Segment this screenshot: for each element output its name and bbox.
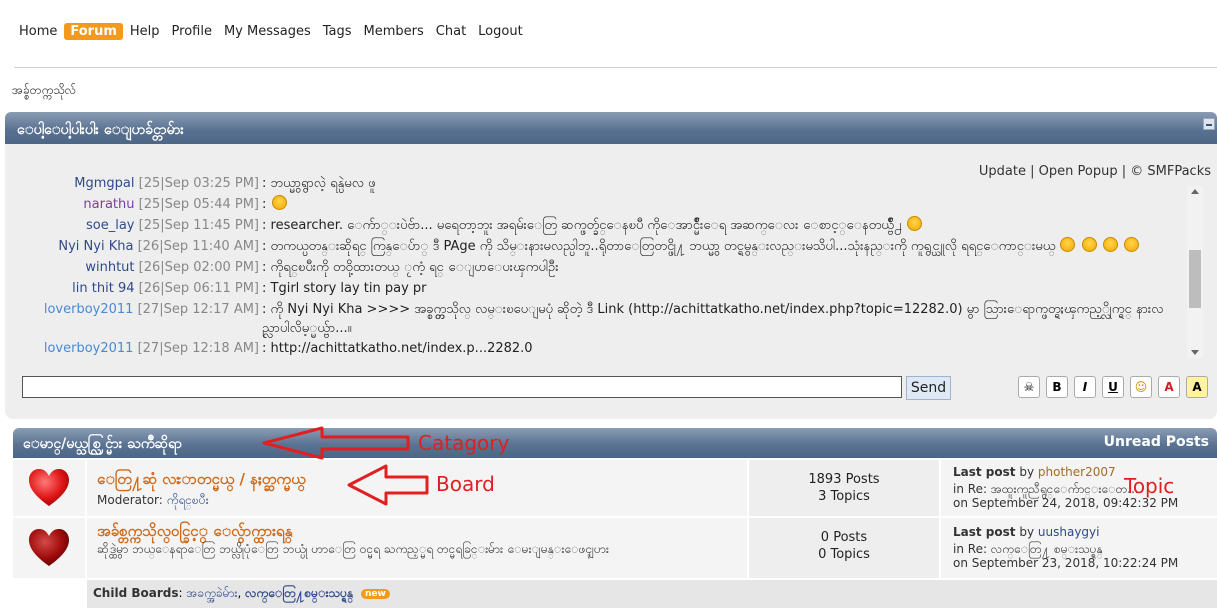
scroll-up-icon[interactable] [1191, 189, 1199, 194]
shoutbox-header: ေပါ့ေပါ့ပါးပါး ေျပာခ်င္တာမ်ား [5, 112, 1217, 144]
board-row: အခ်စ္တက္ကသိုလ္ဝင္ခြင့္ ေလွ်ာက္ထားရန္ ဆို… [13, 518, 1217, 578]
shout-time: [26|Sep 11:40 AM] [137, 239, 259, 254]
shout-message[interactable]: : http://achittatkatho.net/index.p...228… [262, 339, 1167, 358]
posts-count: 1893 Posts [808, 472, 880, 487]
shoutbox-scrollbar[interactable] [1187, 186, 1203, 358]
shout-time: [26|Sep 02:00 PM] [138, 260, 259, 275]
sad-emoji-icon [1060, 237, 1076, 252]
shout-time: [25|Sep 11:45 PM] [138, 218, 259, 233]
shout-message: : Tgirl story lay tin pay pr [262, 281, 427, 296]
topics-count: 3 Topics [818, 489, 870, 504]
nav-forum[interactable]: Forum [64, 23, 123, 40]
topics-count: 0 Topics [818, 547, 870, 562]
shout-time: [25|Sep 05:44 PM] [138, 197, 259, 212]
category-header: ေမာင္/မယ္သစ္လြင္မ်ား ႀကိဳဆိုရာ Unread Po… [13, 428, 1217, 458]
last-post-label: Last post [953, 525, 1016, 539]
shout-time: [27|Sep 12:17 AM] [137, 302, 259, 317]
sad-emoji-icon [1081, 237, 1097, 252]
shout-message: : တကယ္ပတန္းဆိုရင္ ကြန္ေပ်ာ္ ဒီ PAge ကို … [262, 239, 1056, 254]
last-poster-link[interactable]: uushaygyi [1038, 525, 1100, 539]
board-arrow-icon [347, 464, 429, 506]
underline-icon[interactable]: U [1102, 376, 1124, 398]
last-poster-link[interactable]: phother2007 [1038, 465, 1116, 479]
shout-user[interactable]: Mgmgpal [74, 176, 134, 191]
in-label: in [953, 542, 964, 556]
child-board-link[interactable]: အခက္အခဲမ်ား [186, 586, 237, 600]
shout-user[interactable]: Nyi Nyi Kha [58, 239, 133, 254]
shout-message: : researcher. ေက်ာ္းပဲဗ်ာ... မရေတာ့ဘူး အ… [262, 218, 903, 233]
nav-my-messages[interactable]: My Messages [219, 22, 316, 41]
last-topic-link[interactable]: Re: လက္ေတြ႔ စမ္းသပ္ရန္ [968, 542, 1103, 556]
sad-emoji-icon [1123, 237, 1139, 252]
scroll-down-icon[interactable] [1191, 350, 1199, 355]
heart-icon [29, 469, 69, 506]
nav-divider [14, 67, 1217, 68]
shout-message: : ကိုရင္ၿပီးကို တဝို့ထားတယ္ ႂကံ့ ရင္ ေျပ… [262, 260, 559, 275]
bold-icon[interactable]: B [1046, 376, 1068, 398]
nav-profile[interactable]: Profile [167, 22, 217, 41]
new-badge: new [361, 589, 390, 599]
smiley-icon[interactable]: ☺ [1130, 376, 1152, 398]
topic-annotation: Topic [1124, 474, 1175, 498]
board-name[interactable]: အခ်စ္တက္ကသိုလ္ဝင္ခြင့္ ေလွ်ာက္ထားရန္ [97, 522, 292, 544]
clear-format-icon[interactable]: ☠ [1018, 376, 1040, 398]
shoutbox-body: Update | Open Popup | © SMFPacks Mgmgpal… [5, 144, 1217, 419]
shout-user[interactable]: loverboy2011 [44, 302, 134, 317]
send-button[interactable]: Send [906, 376, 951, 400]
italic-icon[interactable]: I [1074, 376, 1096, 398]
last-post-date: on September 23, 2018, 10:22:24 PM [953, 556, 1179, 570]
main-nav: Home Forum Help Profile My Messages Tags… [14, 22, 530, 41]
shout-message: : ဘယ္မွာရွာလဲ့ ရန္ပဲမလ ဖူ [262, 176, 376, 191]
shoutbox-title: ေပါ့ေပါ့ပါးပါး ေျပာခ်င္တာမ်ား [17, 122, 184, 138]
last-post-label: Last post [953, 465, 1016, 479]
moderator-link[interactable]: ကိုရင္ၿပီး [167, 493, 209, 507]
by-label: by [1019, 465, 1035, 479]
shout-user[interactable]: lin thit 94 [72, 281, 134, 296]
moderator-label: Moderator: [97, 493, 163, 507]
last-topic-link[interactable]: Re: အထူးကူညီရွင္ေက်ာင္းေတ... [968, 482, 1139, 496]
posts-count: 0 Posts [820, 530, 868, 545]
child-boards-label: Child Boards [93, 586, 179, 600]
nav-home[interactable]: Home [14, 22, 62, 41]
board-row: ေတြ႔ဆုံ လႊာတင္မယ္ / နႈတ္ဆက္မယ္ Moderator… [13, 460, 1217, 516]
shout-user[interactable]: soe_lay [86, 218, 135, 233]
shout-input[interactable] [22, 376, 902, 398]
shout-message: : ကို Nyi Nyi Kha >>>> အခ္စ္တက္ကသိုလ္ လမ… [262, 302, 1164, 336]
by-label: by [1019, 525, 1035, 539]
scroll-thumb[interactable] [1189, 250, 1201, 308]
board-name[interactable]: ေတြ႔ဆုံ လႊာတင္မယ္ / နႈတ္ဆက္မယ္ [97, 470, 306, 492]
sad-emoji-icon [1102, 237, 1118, 252]
font-color-icon[interactable]: A [1158, 376, 1180, 398]
shout-user[interactable]: winhtut [85, 260, 134, 275]
shout-time: [27|Sep 12:18 AM] [137, 341, 259, 356]
shout-message: : [262, 197, 271, 212]
shout-time: [26|Sep 06:11 PM] [138, 281, 259, 296]
shout-user[interactable]: narathu [83, 197, 134, 212]
heart-icon [29, 529, 69, 566]
shout-time: [25|Sep 03:25 PM] [138, 176, 259, 191]
board-description: ဆိုဒ္ထဲမွာ ဘယ္ေနရာေတြ ဘယ္လိုပုံေတြ ဘယ္ပု… [97, 542, 609, 556]
shout-user[interactable]: loverboy2011 [44, 341, 134, 356]
last-post-date: on September 24, 2018, 09:42:32 PM [953, 496, 1179, 510]
highlight-color-icon[interactable]: A [1186, 376, 1208, 398]
category-title[interactable]: ေမာင္/မယ္သစ္လြင္မ်ား ႀကိဳဆိုရာ [23, 436, 182, 452]
laughing-emoji-icon [907, 216, 923, 231]
laughing-emoji-icon [271, 195, 287, 210]
in-label: in [953, 482, 964, 496]
child-board-link[interactable]: လက္ေတြ႔စမ္းသပ္ရန္ [245, 586, 353, 600]
format-toolbar: ☠ B I U ☺ A A [1018, 376, 1208, 398]
nav-help[interactable]: Help [125, 22, 165, 41]
nav-chat[interactable]: Chat [431, 22, 471, 41]
collapse-icon[interactable] [1203, 118, 1215, 130]
board-annotation: Board [436, 472, 495, 496]
category-arrow-icon [262, 426, 410, 460]
nav-tags[interactable]: Tags [318, 22, 357, 41]
nav-logout[interactable]: Logout [473, 22, 528, 41]
breadcrumb[interactable]: အခ္စ်တက္ကသိုလ် [12, 82, 76, 100]
category-annotation: Catagory [418, 431, 510, 455]
nav-members[interactable]: Members [359, 22, 429, 41]
unread-posts-link[interactable]: Unread Posts [1104, 434, 1209, 450]
child-boards: Child Boards: အခက္အခဲမ်ား, လက္ေတြ႔စမ္းသပ… [87, 580, 1217, 608]
